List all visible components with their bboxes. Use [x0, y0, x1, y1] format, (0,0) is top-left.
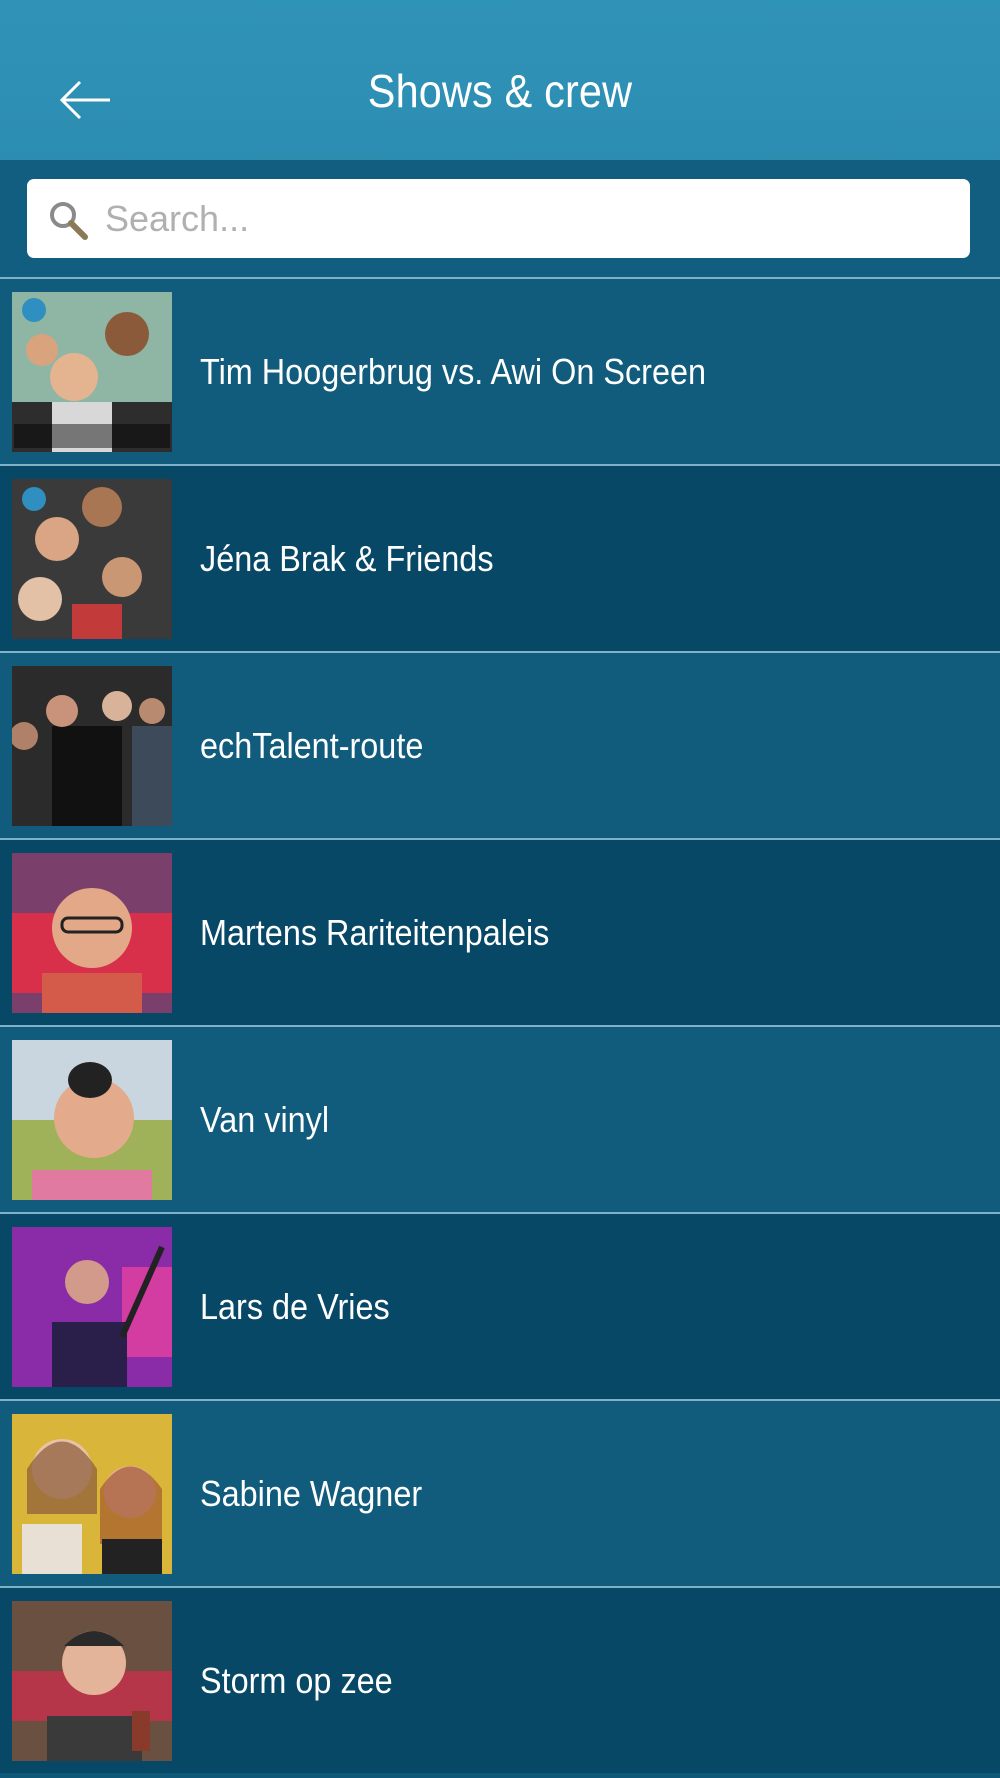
list-item-label: Martens Rariteitenpaleis: [200, 912, 550, 953]
list-item[interactable]: Jéna Brak & Friends: [0, 464, 1000, 651]
list-item[interactable]: Tim Hoogerbrug vs. Awi On Screen: [0, 277, 1000, 464]
show-thumbnail: [12, 1227, 172, 1387]
list-item-label: Tim Hoogerbrug vs. Awi On Screen: [200, 351, 707, 392]
list-item-label: Jéna Brak & Friends: [200, 538, 494, 579]
show-thumbnail: [12, 292, 172, 452]
search-input[interactable]: [105, 189, 955, 249]
show-thumbnail: [12, 479, 172, 639]
list-item-label: Lars de Vries: [200, 1286, 390, 1327]
list-item[interactable]: Sabine Wagner: [0, 1399, 1000, 1586]
list-item[interactable]: Lars de Vries: [0, 1212, 1000, 1399]
list-item-label: Sabine Wagner: [200, 1473, 423, 1514]
list-item-label: echTalent-route: [200, 725, 424, 766]
list-item-label: Storm op zee: [200, 1660, 393, 1701]
show-thumbnail: [12, 853, 172, 1013]
show-thumbnail: [12, 1040, 172, 1200]
list-item[interactable]: echTalent-route: [0, 651, 1000, 838]
show-thumbnail: [12, 1414, 172, 1574]
page-title: Shows & crew: [367, 65, 633, 117]
list-item-label: Van vinyl: [200, 1099, 330, 1140]
search-icon: [50, 202, 88, 240]
show-thumbnail: [12, 666, 172, 826]
list-item[interactable]: Storm op zee: [0, 1586, 1000, 1773]
shows-list: Tim Hoogerbrug vs. Awi On Screen Jéna Br…: [0, 277, 1000, 1773]
search-bar: [0, 160, 1000, 277]
app-header: Shows & crew: [0, 0, 1000, 160]
list-item[interactable]: Van vinyl: [0, 1025, 1000, 1212]
list-item[interactable]: Martens Rariteitenpaleis: [0, 838, 1000, 1025]
search-box[interactable]: [27, 179, 970, 258]
show-thumbnail: [12, 1601, 172, 1761]
